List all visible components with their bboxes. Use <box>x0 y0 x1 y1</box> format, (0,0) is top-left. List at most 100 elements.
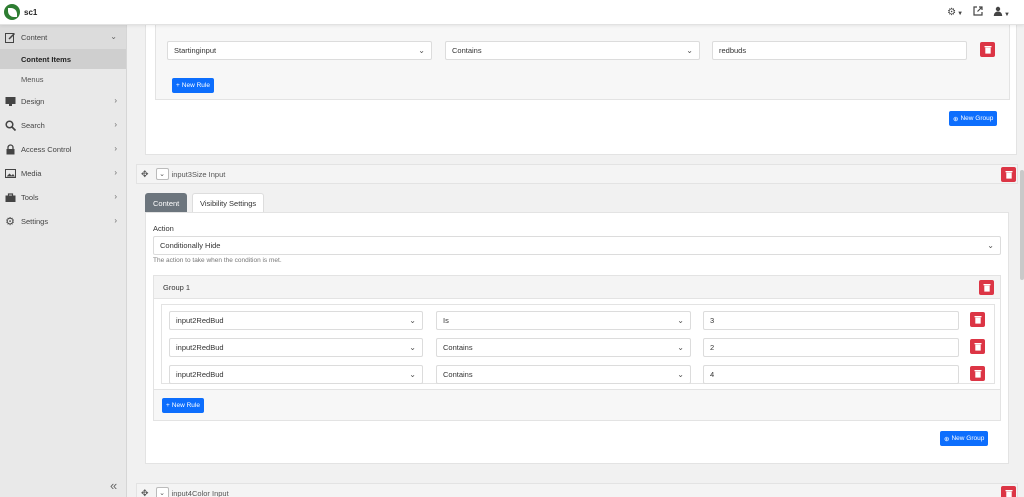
sidebar-item-menus[interactable]: Menus <box>0 69 126 89</box>
group-title: Group 1 <box>163 283 191 292</box>
rule-field-select[interactable]: Startinginput ⌄ <box>167 41 432 60</box>
rule-value-input[interactable]: 2 <box>703 338 959 357</box>
chevron-down-icon: ⌄ <box>409 316 416 325</box>
collapse-toggle-button[interactable]: ⌄ <box>155 168 169 180</box>
move-icon[interactable]: ✥ <box>141 488 149 497</box>
sidebar-item-label: Access Control <box>21 144 72 154</box>
rule-value-input[interactable]: redbuds <box>712 41 967 60</box>
user-icon[interactable]: ▼ <box>993 6 1010 19</box>
rule-field-select[interactable]: input2RedBud ⌄ <box>169 311 423 330</box>
rule-field-select[interactable]: input2RedBud ⌄ <box>169 365 423 384</box>
delete-rule-button[interactable] <box>970 366 985 381</box>
delete-rule-button[interactable] <box>980 42 995 57</box>
group-header: Group 1 <box>154 276 1000 299</box>
collapse-toggle-button[interactable]: ⌄ <box>155 487 169 497</box>
chevron-down-icon: ⌄ <box>110 32 117 41</box>
tab-visibility-settings[interactable]: Visibility Settings <box>192 193 265 212</box>
sidebar-item-label: Design <box>21 96 45 106</box>
collapse-sidebar-icon[interactable]: « <box>110 478 117 493</box>
tab-content[interactable]: Content <box>145 193 188 212</box>
delete-rule-button[interactable] <box>970 339 985 354</box>
gear-icon: ⚙ <box>5 215 15 228</box>
plus-icon: + <box>176 82 180 89</box>
rule-field-select[interactable]: input2RedBud ⌄ <box>169 338 423 357</box>
sidebar-item-tools[interactable]: Tools › <box>0 185 126 209</box>
visibility-settings-panel: Action Conditionally Hide ⌄ The action to… <box>145 212 1009 464</box>
chevron-right-icon: › <box>114 120 117 129</box>
field-header: ✥ ⌄ input4Color Input <box>136 483 1018 497</box>
sidebar-item-label: Content <box>21 32 48 42</box>
action-select[interactable]: Conditionally Hide ⌄ <box>153 236 1001 255</box>
chevron-down-icon: ⌄ <box>987 241 994 250</box>
chevron-down-icon: ⌄ <box>677 370 684 379</box>
main-content: Startinginput ⌄ Contains ⌄ redbuds + New Ru… <box>136 20 1018 497</box>
sidebar-item-content-items[interactable]: Content Items <box>0 49 126 69</box>
rule-operator-select[interactable]: Contains ⌄ <box>445 41 700 60</box>
sidebar-item-content[interactable]: Content ⌄ <box>0 25 126 49</box>
move-icon[interactable]: ✥ <box>141 169 149 180</box>
rule-value-input[interactable]: 3 <box>703 311 959 330</box>
top-bar: sc1 ⚙▼ ▼ <box>0 0 1024 25</box>
plus-icon: + <box>166 402 170 409</box>
sidebar-item-label: Settings <box>21 216 49 226</box>
sidebar-item-design[interactable]: Design › <box>0 89 126 113</box>
external-link-icon[interactable] <box>973 6 983 19</box>
toolbox-icon <box>4 191 16 203</box>
chevron-down-icon: ⌄ <box>418 46 425 55</box>
trash-icon <box>974 343 981 351</box>
trash-icon <box>984 46 991 54</box>
delete-group-button[interactable] <box>979 280 994 295</box>
rule-operator-select[interactable]: Is ⌄ <box>436 311 691 330</box>
rule-group-panel: Startinginput ⌄ Contains ⌄ redbuds + New Ru… <box>155 20 1010 100</box>
action-help-text: The action to take when the condition is… <box>153 257 282 264</box>
new-rule-button[interactable]: + New Rule <box>172 78 214 93</box>
trash-icon <box>974 370 981 378</box>
sidebar-item-label: Search <box>21 120 45 130</box>
chevron-down-icon: ⌄ <box>677 343 684 352</box>
delete-field-button[interactable] <box>1001 167 1016 182</box>
field-title: input4Color Input <box>171 488 229 497</box>
site-logo[interactable] <box>4 4 20 20</box>
gear-icon[interactable]: ⚙▼ <box>947 7 963 18</box>
new-group-button[interactable]: ⊕ New Group <box>940 431 989 446</box>
chevron-down-icon: ⌄ <box>409 370 416 379</box>
sidebar-item-label: Tools <box>21 192 39 202</box>
new-group-button[interactable]: ⊕ New Group <box>949 111 998 126</box>
chevron-down-icon: ⌄ <box>686 46 693 55</box>
rule-value-input[interactable]: 4 <box>703 365 959 384</box>
images-icon <box>4 167 16 179</box>
plus-circle-icon: ⊕ <box>953 115 959 123</box>
new-rule-button[interactable]: + New Rule <box>162 398 204 413</box>
sidebar-item-access-control[interactable]: Access Control › <box>0 137 126 161</box>
rule-operator-select[interactable]: Contains ⌄ <box>436 365 691 384</box>
field-header: ✥ ⌄ input3Size Input <box>136 164 1018 184</box>
trash-icon <box>1005 490 1012 497</box>
chevron-down-icon: ⌄ <box>409 343 416 352</box>
rule-operator-select[interactable]: Contains ⌄ <box>436 338 691 357</box>
condition-card: Startinginput ⌄ Contains ⌄ redbuds + New Ru… <box>145 20 1017 155</box>
edit-icon <box>4 31 16 43</box>
chevron-right-icon: › <box>114 168 117 177</box>
sidebar-item-media[interactable]: Media › <box>0 161 126 185</box>
trash-icon <box>983 284 990 292</box>
trash-icon <box>974 316 981 324</box>
sidebar-item-label: Media <box>21 168 42 178</box>
group-1-panel: Group 1 input2RedBud ⌄ Is ⌄ 3 input2RedBud… <box>153 275 1001 421</box>
delete-rule-button[interactable] <box>970 312 985 327</box>
chevron-down-icon: ⌄ <box>677 316 684 325</box>
chevron-right-icon: › <box>114 144 117 153</box>
group-footer: + New Rule <box>154 389 1000 420</box>
chevron-right-icon: › <box>114 96 117 105</box>
sidebar-item-settings[interactable]: ⚙ Settings › <box>0 209 126 233</box>
chevron-right-icon: › <box>114 192 117 201</box>
monitor-icon <box>4 95 16 107</box>
sidebar-item-search[interactable]: Search › <box>0 113 126 137</box>
chevron-right-icon: › <box>114 216 117 225</box>
plus-circle-icon: ⊕ <box>944 435 950 443</box>
action-label: Action <box>153 224 174 233</box>
site-name[interactable]: sc1 <box>24 8 37 17</box>
delete-field-button[interactable] <box>1001 486 1016 497</box>
page-scrollbar[interactable] <box>1020 170 1024 280</box>
lock-icon <box>4 143 16 155</box>
trash-icon <box>1005 171 1012 179</box>
